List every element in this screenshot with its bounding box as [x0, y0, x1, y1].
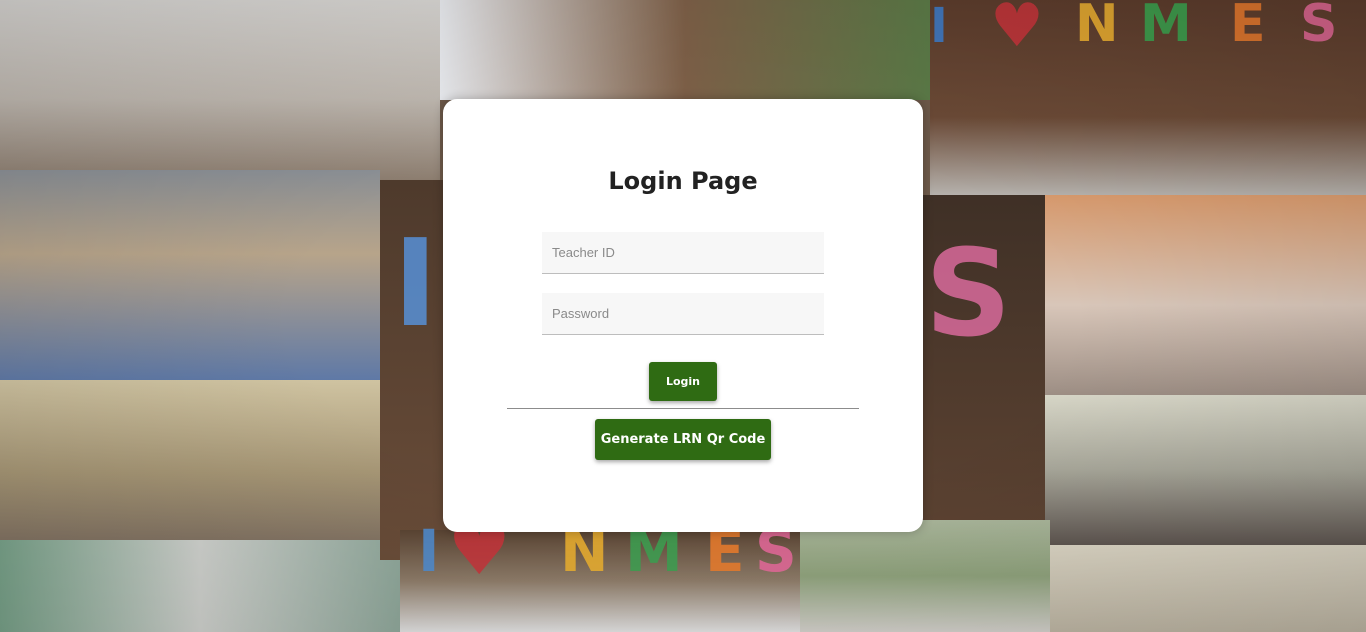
page-title: Login Page — [608, 167, 758, 195]
generate-lrn-qr-code-button[interactable]: Generate LRN Qr Code — [595, 419, 771, 460]
teacher-id-input[interactable] — [542, 232, 824, 274]
password-input[interactable] — [542, 293, 824, 335]
login-button[interactable]: Login — [649, 362, 717, 401]
divider — [507, 408, 859, 409]
login-card: Login Page Login Generate LRN Qr Code — [443, 99, 923, 532]
